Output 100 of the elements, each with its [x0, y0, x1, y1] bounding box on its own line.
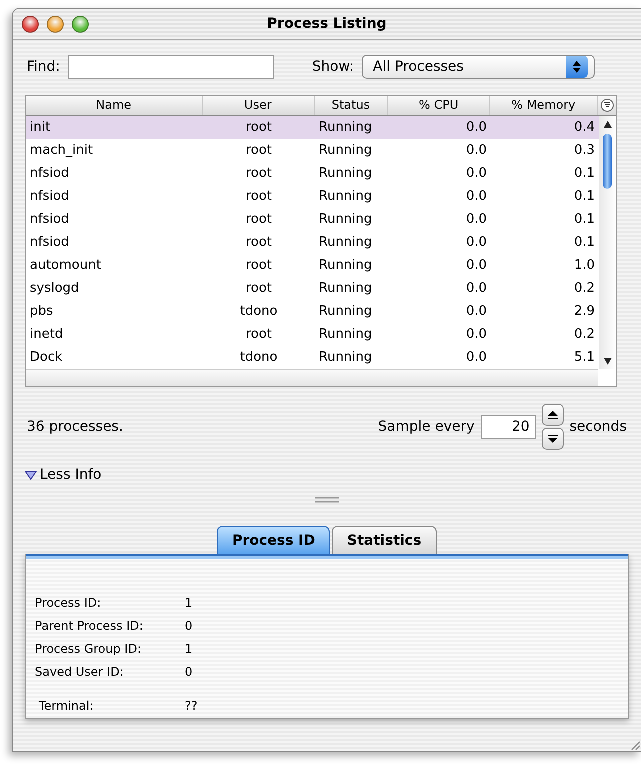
detail-label: Saved User ID: [35, 664, 125, 681]
table-row[interactable]: init root Running 0.0 0.4 [26, 116, 599, 140]
vertical-scrollbar[interactable] [599, 116, 616, 370]
up-arrow-icon [548, 411, 558, 419]
detail-label: Parent Process ID: [35, 618, 144, 635]
table-cell-text: Running [318, 143, 374, 158]
table-cell-text: root [244, 327, 274, 342]
tab[interactable]: Statistics [332, 526, 437, 554]
table-cell-text: pbs [29, 304, 54, 320]
show-label: Show: [312, 59, 354, 75]
column-header[interactable]: % CPU [388, 96, 490, 116]
table-cell-text: 0.0 [465, 304, 488, 320]
column-header[interactable]: User [202, 96, 315, 116]
table-cell-text: init [29, 120, 52, 136]
table-cell-text: Running [318, 281, 374, 296]
table-cell-text: root [244, 235, 274, 250]
detail-value: 0 [185, 664, 194, 681]
table-cell-text: Dock [29, 350, 64, 366]
table-cell-text: Running [318, 235, 374, 250]
splitter-handle-icon[interactable] [315, 497, 339, 503]
table-cell-text: 0.0 [465, 258, 488, 274]
decrement-button[interactable] [542, 428, 564, 450]
column-header[interactable]: Status [314, 96, 388, 116]
table-cell-text: Running [318, 166, 374, 182]
horizontal-scrollbar[interactable] [26, 369, 598, 386]
seconds-label: seconds [570, 419, 627, 435]
table-cell-text: 0.1 [573, 235, 596, 250]
detail-value: 1 [185, 641, 194, 658]
process-count: 36 processes. [27, 419, 124, 435]
detail-label: Terminal: [38, 698, 95, 715]
show-popup[interactable]: All Processes [362, 55, 596, 79]
table-cell-text: 0.0 [465, 189, 488, 204]
table-row[interactable]: syslogd root Running 0.0 0.2 [26, 277, 599, 300]
table-cell-text: tdono [239, 350, 279, 366]
table-row[interactable]: Dock tdono Running 0.0 5.1 [26, 346, 599, 370]
table-cell-text: root [244, 143, 274, 158]
table-cell-text: root [244, 166, 274, 182]
disclosure-toggle[interactable]: Less Info [25, 467, 641, 483]
find-field[interactable] [68, 55, 274, 79]
table-cell-text: 0.1 [573, 189, 596, 204]
table-row[interactable]: inetd root Running 0.0 0.2 [26, 323, 599, 346]
table-row[interactable]: nfsiod root Running 0.0 0.1 [26, 185, 599, 208]
table-row[interactable]: automount root Running 0.0 1.0 [26, 254, 599, 278]
table-cell-text: 0.0 [465, 143, 488, 158]
detail-value: 1 [185, 595, 194, 612]
table-cell-text: Running [318, 304, 374, 320]
table-cell-text: root [244, 120, 274, 136]
down-arrow-icon [548, 435, 558, 443]
updown-arrows-icon [573, 61, 582, 73]
detail-value: 0 [185, 618, 194, 635]
table-cell-text: 2.9 [573, 304, 596, 320]
table-cell-text: 0.0 [465, 212, 488, 228]
down-arrow-icon[interactable] [604, 358, 612, 366]
table-cell-text: 0.4 [573, 120, 596, 136]
table-cell-text: Running [318, 120, 374, 136]
table-row[interactable]: nfsiod root Running 0.0 0.1 [26, 208, 599, 232]
sample-label: Sample every [378, 419, 475, 435]
table-cell-text: 0.2 [573, 327, 596, 342]
tab[interactable]: Process ID [217, 526, 330, 554]
table-cell-text: inetd [29, 327, 64, 342]
table-cell-text: 0.1 [573, 166, 596, 182]
table-row[interactable]: nfsiod root Running 0.0 0.1 [26, 162, 599, 186]
table-cell-text: root [244, 281, 274, 296]
table-cell-text: Running [318, 327, 374, 342]
resize-grip-icon[interactable] [629, 739, 641, 751]
table-cell-text: tdono [239, 304, 279, 320]
table-cell-text: 0.1 [573, 212, 596, 228]
table-cell-text: 0.0 [465, 350, 488, 366]
table-cell-text: root [244, 212, 274, 228]
up-arrow-icon[interactable] [604, 121, 612, 128]
table-row[interactable]: pbs tdono Running 0.0 2.9 [26, 300, 599, 324]
increment-button[interactable] [542, 404, 564, 426]
table-cell-text: nfsiod [29, 189, 70, 204]
table-row[interactable]: nfsiod root Running 0.0 0.1 [26, 231, 599, 254]
column-header[interactable]: Name [26, 96, 203, 116]
table-cell-text: Running [318, 258, 374, 274]
table-cell-text: 0.3 [573, 143, 596, 158]
detail-value: ?? [185, 698, 199, 715]
table-cell-text: syslogd [29, 281, 80, 296]
disclosure-triangle-icon [25, 470, 37, 480]
table-cell-text: Running [318, 212, 374, 228]
minimize-button[interactable] [47, 16, 64, 32]
table-cell-text: nfsiod [29, 166, 70, 182]
table-cell-text: 5.1 [573, 350, 596, 366]
table-cell-text: root [244, 189, 274, 204]
sample-interval-field[interactable]: 20 [480, 415, 536, 439]
table-cell-text: 0.0 [465, 281, 488, 296]
table-cell-text: 0.0 [465, 166, 488, 182]
column-menu-icon[interactable] [600, 99, 614, 112]
detail-label: Process ID: [35, 595, 102, 612]
zoom-button[interactable] [72, 16, 89, 32]
table-cell-text: 0.0 [465, 120, 488, 136]
column-header[interactable]: % Memory [490, 96, 598, 116]
table-cell-text: mach_init [29, 143, 94, 158]
scroll-thumb[interactable] [603, 134, 612, 190]
table-row[interactable]: mach_init root Running 0.0 0.3 [26, 139, 599, 162]
table-cell-text: Running [318, 350, 374, 366]
close-button[interactable] [22, 16, 39, 32]
table-cell-text: 0.0 [465, 235, 488, 250]
table-cell-text: nfsiod [29, 235, 70, 250]
